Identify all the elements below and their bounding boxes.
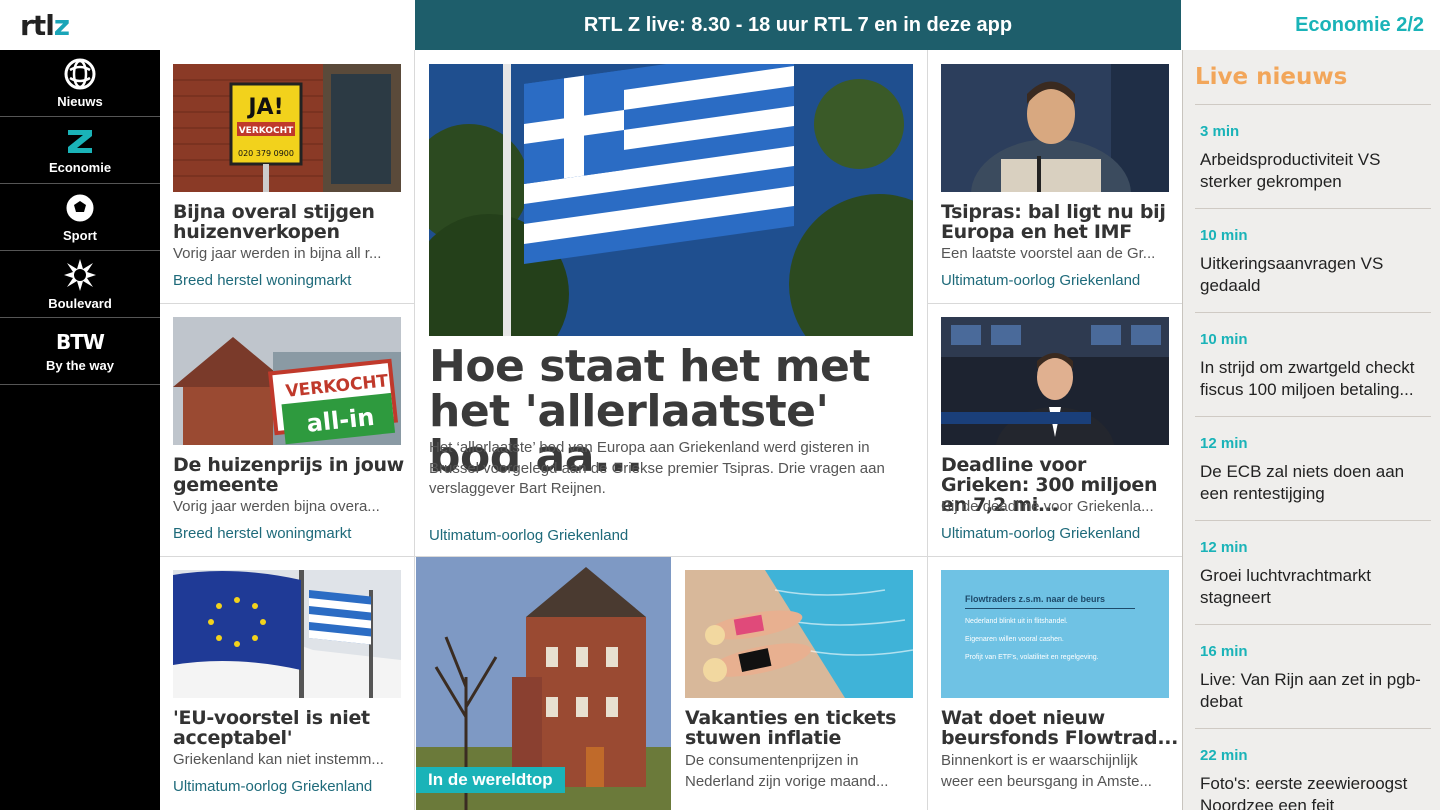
article-thumbnail (941, 317, 1169, 445)
live-news-time: 12 min (1200, 539, 1248, 556)
article-summary: Bij de deadline voor Griekenla... (941, 498, 1154, 515)
grid-divider (927, 50, 928, 810)
live-news-item[interactable]: 3 min Arbeidsproductiviteit VS sterker g… (1195, 104, 1431, 208)
sidebar-item-label: Nieuws (57, 93, 103, 109)
grid-divider (160, 303, 415, 304)
live-news-headline: Uitkeringsaanvragen VS gedaald (1200, 254, 1384, 295)
live-news-panel: Live nieuws 3 min Arbeidsproductiviteit … (1183, 50, 1440, 810)
live-news-item[interactable]: 10 min In strijd om zwartgeld checkt fis… (1195, 312, 1431, 416)
hero-summary: Het ‘allerlaatste’ bod van Europa aan Gr… (429, 439, 885, 497)
live-news-headline: Foto's: eerste zeewieroogst Noordzee een… (1200, 774, 1408, 810)
article-summary: Een laatste voorstel aan de Gr... (941, 245, 1156, 262)
article-title: Wat doet nieuw beursfonds Flowtrad... (941, 707, 1179, 749)
sidebar-nav: Nieuws Economie Sport Boulevard BTW By t… (0, 50, 160, 810)
grid-divider (160, 556, 1182, 557)
live-news-headline: Groei luchtvrachtmarkt stagneert (1200, 566, 1371, 607)
live-news-item[interactable]: 16 min Live: Van Rijn aan zet in pgb-deb… (1195, 624, 1431, 728)
article-tag[interactable]: Breed herstel woningmarkt (173, 525, 351, 542)
live-news-time: 12 min (1200, 435, 1248, 452)
live-news-headline: Live: Van Rijn aan zet in pgb-debat (1200, 670, 1421, 711)
sign-text: JA! (246, 95, 283, 120)
live-news-time: 22 min (1200, 747, 1248, 764)
sidebar-item-label: Boulevard (48, 295, 112, 311)
article-badge: In de wereldtop (416, 767, 565, 793)
live-news-headline: De ECB zal niets doen aan een rentestijg… (1200, 462, 1405, 503)
article-summary: De consumentenprijzen in Nederland zijn … (685, 752, 889, 790)
sidebar-item-economie[interactable]: Economie (0, 117, 160, 184)
article-tag[interactable]: Ultimatum-oorlog Griekenland (173, 778, 372, 795)
article-title: Vakanties en tickets stuwen inflatie (685, 707, 897, 749)
live-news-item[interactable]: 22 min Foto's: eerste zeewieroogst Noord… (1195, 728, 1431, 810)
globe-icon (64, 58, 96, 89)
article-summary: Binnenkort is er waarschijnlijk weer een… (941, 752, 1152, 790)
sidebar-item-label: Sport (63, 227, 97, 243)
article-summary: Vorig jaar werden bijna overa... (173, 498, 380, 515)
live-news-time: 16 min (1200, 643, 1248, 660)
article-thumbnail (941, 64, 1169, 192)
hero-tag[interactable]: Ultimatum-oorlog Griekenland (429, 527, 628, 544)
slide-title: Flowtraders z.s.m. naar de beurs (965, 594, 1106, 604)
sidebar-item-boulevard[interactable]: Boulevard (0, 251, 160, 318)
sidebar-item-nieuws[interactable]: Nieuws (0, 50, 160, 117)
grid-divider (414, 50, 415, 810)
article-tag[interactable]: Ultimatum-oorlog Griekenland (941, 525, 1140, 542)
article-thumbnail (173, 570, 401, 698)
article-title: Bijna overal stijgen huizenverkopen (173, 201, 375, 243)
btw-logo: BTW (56, 329, 105, 354)
article-title: Tsipras: bal ligt nu bij Europa en het I… (941, 201, 1166, 243)
article-thumbnail (685, 570, 913, 698)
article-thumbnail: VERKOCHT all-in (173, 317, 401, 445)
sidebar-item-label: Economie (48, 159, 112, 175)
section-page-indicator: Economie 2/2 (1181, 0, 1440, 50)
slide-line: Nederland blinkt uit in flitshandel. (965, 618, 1068, 625)
article-tag[interactable]: Ultimatum-oorlog Griekenland (941, 272, 1140, 289)
live-news-item[interactable]: 12 min De ECB zal niets doen aan een ren… (1195, 416, 1431, 520)
logo-z: z (53, 8, 70, 42)
live-news-item[interactable]: 12 min Groei luchtvrachtmarkt stagneert (1195, 520, 1431, 624)
football-icon (65, 193, 95, 222)
sidebar-item-label: By the way (46, 357, 114, 373)
sunburst-icon (64, 258, 96, 291)
live-news-time: 3 min (1200, 123, 1240, 140)
sidebar-item-by-the-way[interactable]: BTW By the way (0, 318, 160, 385)
slide-divider (965, 608, 1135, 609)
live-news-title: Live nieuws (1195, 64, 1348, 90)
slide-line: Profijt van ETF's, volatiliteit en regel… (965, 654, 1099, 661)
sidebar-item-sport[interactable]: Sport (0, 184, 160, 251)
grid-divider (928, 303, 1182, 304)
article-thumbnail: JA! VERKOCHT 020 379 0900 (173, 64, 401, 192)
live-news-item[interactable]: 10 min Uitkeringsaanvragen VS gedaald (1195, 208, 1431, 312)
hero-image (429, 64, 913, 336)
live-banner[interactable]: RTL Z live: 8.30 - 18 uur RTL 7 en in de… (415, 0, 1181, 50)
live-news-time: 10 min (1200, 331, 1248, 348)
section-page-text: Economie 2/2 (1295, 13, 1424, 36)
live-banner-text: RTL Z live: 8.30 - 18 uur RTL 7 en in de… (583, 13, 1013, 36)
live-news-headline: In strijd om zwartgeld checkt fiscus 100… (1200, 358, 1415, 399)
sign-subtext: VERKOCHT (239, 126, 294, 136)
article-title: De huizenprijs in jouw gemeente (173, 454, 404, 496)
slide-line: Eigenaren willen vooral cashen. (965, 636, 1064, 643)
z-logo-icon (68, 129, 92, 153)
article-thumbnail: Flowtraders z.s.m. naar de beurs Nederla… (941, 570, 1169, 698)
sign-phone: 020 379 0900 (238, 149, 294, 158)
logo-text: rtlz (20, 8, 70, 42)
article-summary: Griekenland kan niet instemm... (173, 751, 384, 768)
article-summary: Vorig jaar werden in bijna all r... (173, 245, 382, 262)
live-news-time: 10 min (1200, 227, 1248, 244)
live-news-headline: Arbeidsproductiviteit VS sterker gekromp… (1200, 150, 1381, 191)
article-tag[interactable]: Breed herstel woningmarkt (173, 272, 351, 289)
article-title: 'EU-voorstel is niet acceptabel' (173, 707, 370, 749)
rtlz-logo[interactable]: rtlz (0, 0, 160, 50)
